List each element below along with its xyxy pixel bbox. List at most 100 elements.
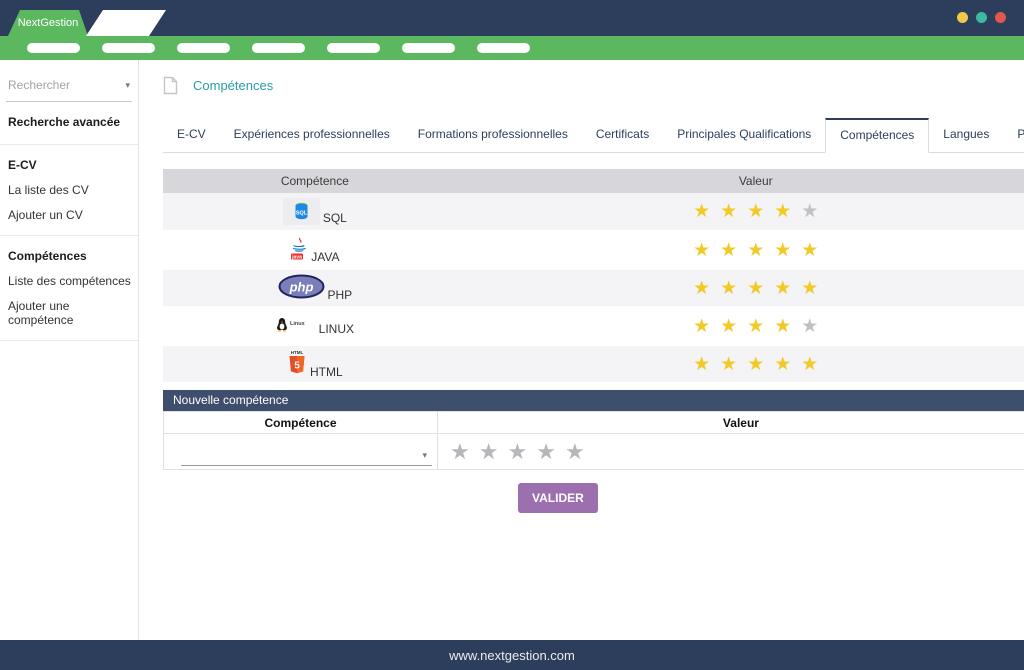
search-placeholder: Rechercher	[8, 78, 71, 92]
star-icon: ★	[801, 239, 819, 261]
svg-text:SQL: SQL	[296, 211, 308, 217]
star-icon: ★	[801, 315, 819, 337]
php-icon: php	[278, 274, 325, 302]
star-icon: ★	[693, 277, 711, 299]
star-icon[interactable]: ★	[479, 439, 499, 464]
star-icon[interactable]: ★	[565, 439, 585, 464]
new-col-valeur: Valeur	[437, 411, 1024, 434]
linux-icon: Linux	[276, 316, 316, 336]
skill-row: HTML 5 HTML ★ ★ ★ ★ ★	[163, 345, 1024, 383]
tab-bar: E-CV Expériences professionnelles Formatio…	[163, 118, 1024, 153]
chevron-down-icon: ▾	[422, 449, 428, 460]
sidebar-section-title: Compétences	[8, 249, 87, 263]
footer-url: www.nextgestion.com	[449, 647, 575, 663]
new-skill-table: Compétence Valeur Supprimer ▾ ★ ★ ★ ★ ★	[162, 411, 1024, 470]
star-icon: ★	[720, 239, 738, 261]
sidebar-sections: E-CV La liste des CV Ajouter un CV Compéten…	[0, 145, 138, 341]
search-select[interactable]: Rechercher ▾	[6, 78, 132, 102]
sidebar-item[interactable]: La liste des CV	[8, 183, 132, 197]
new-skill-rating: ★ ★ ★ ★ ★	[437, 433, 1024, 470]
tab-permis-de-circulation[interactable]: Permis de circulation	[1003, 118, 1024, 152]
svg-text:HTML: HTML	[291, 350, 304, 355]
new-col-competence: Compétence	[162, 411, 439, 434]
star-icon: ★	[747, 277, 765, 299]
sidebar-item-recherche-avancee[interactable]: Recherche avancée	[8, 115, 132, 129]
window-dot-green[interactable]	[976, 12, 987, 23]
star-icon: ★	[747, 353, 765, 375]
sidebar-item[interactable]: Liste des compétences	[8, 274, 132, 288]
svg-text:java: java	[291, 254, 302, 260]
star-icon: ★	[774, 353, 792, 375]
star-icon: ★	[774, 239, 792, 261]
brand-label: NextGestion	[17, 17, 79, 29]
star-icon: ★	[720, 201, 738, 222]
star-icon: ★	[801, 353, 819, 375]
page-title-text: Compétences	[193, 78, 274, 93]
skill-label: SQL	[322, 211, 347, 225]
nav-pill[interactable]	[102, 43, 155, 53]
col-competence: Compétence	[163, 169, 467, 193]
skill-select[interactable]: ▾	[181, 446, 433, 466]
skill-row: Linux LINUX ★ ★ ★ ★ ★	[163, 307, 1024, 345]
tab-e-cv[interactable]: E-CV	[163, 118, 220, 152]
brand-tab[interactable]: NextGestion	[8, 10, 88, 36]
nav-pill[interactable]	[402, 43, 455, 53]
skill-label: LINUX	[318, 322, 355, 336]
actions-row: VALIDER NOUVEAU	[163, 483, 1024, 527]
star-icon[interactable]: ★	[508, 439, 528, 464]
page-title: Compétences	[163, 76, 1024, 95]
svg-text:5: 5	[294, 361, 300, 372]
star-icon: ★	[720, 353, 738, 375]
star-icon: ★	[747, 201, 765, 222]
star-icon: ★	[774, 201, 792, 222]
col-valeur: Valeur	[466, 169, 1024, 193]
star-icon: ★	[747, 315, 765, 337]
html-icon: HTML 5	[287, 349, 307, 379]
window-controls	[957, 12, 1006, 23]
skills-table: Compétence Valeur Action SQL SQL ★ ★ ★ ★ ★ java…	[163, 169, 1024, 384]
star-icon: ★	[801, 277, 819, 299]
star-icon: ★	[801, 201, 819, 222]
star-icon: ★	[720, 315, 738, 337]
tab-langues[interactable]: Langues	[929, 118, 1003, 152]
skill-row: SQL SQL ★ ★ ★ ★ ★	[163, 193, 1024, 231]
ghost-tab[interactable]	[86, 10, 166, 36]
nav-pill[interactable]	[27, 43, 80, 53]
star-icon[interactable]: ★	[450, 439, 470, 464]
star-icon: ★	[693, 353, 711, 375]
sql-icon: SQL	[282, 198, 320, 225]
skill-row: java JAVA ★ ★ ★ ★ ★	[163, 231, 1024, 269]
skill-rating: ★ ★ ★ ★ ★	[467, 307, 1024, 345]
star-icon: ★	[693, 201, 711, 222]
tab-experiences-professionnelles[interactable]: Expériences professionnelles	[220, 118, 404, 152]
tab-principales-qualifications[interactable]: Principales Qualifications	[663, 118, 825, 152]
skill-rating: ★ ★ ★ ★ ★	[467, 269, 1024, 307]
sidebar-item[interactable]: Ajouter un CV	[8, 208, 132, 222]
sidebar: Rechercher ▾ Recherche avancée E-CV La li…	[0, 60, 139, 640]
nav-pill[interactable]	[327, 43, 380, 53]
tab-formations-professionnelles[interactable]: Formations professionnelles	[404, 118, 582, 152]
tab-certificats[interactable]: Certificats	[582, 118, 663, 152]
window-dot-yellow[interactable]	[957, 12, 968, 23]
skill-label: JAVA	[311, 249, 340, 264]
tab-competences[interactable]: Compétences	[825, 118, 930, 153]
sidebar-section-title: E-CV	[8, 158, 37, 172]
skills-table-header: Compétence Valeur Action	[163, 169, 1024, 193]
sidebar-item[interactable]: Ajouter une compétence	[8, 299, 132, 327]
skill-rating: ★ ★ ★ ★ ★	[467, 345, 1024, 383]
new-skill-header: Compétence Valeur Supprimer	[162, 411, 1024, 434]
skills-table-body: SQL SQL ★ ★ ★ ★ ★ java JAVA ★ ★ ★ ★ ★ php PHP ★ ★ ★ ★ ★ Linux…	[163, 193, 1024, 383]
new-skill-panel-title: Nouvelle compétence	[163, 390, 1024, 411]
footer: www.nextgestion.com	[0, 640, 1024, 670]
nav-pill-row	[0, 36, 1024, 60]
valider-button[interactable]: VALIDER	[518, 483, 598, 513]
java-icon: java	[290, 237, 308, 264]
svg-text:Linux: Linux	[290, 321, 306, 327]
skill-label: HTML	[310, 365, 343, 379]
star-icon[interactable]: ★	[536, 439, 556, 464]
nav-pill[interactable]	[177, 43, 230, 53]
chevron-down-icon: ▾	[125, 79, 130, 90]
nav-pill[interactable]	[252, 43, 305, 53]
window-dot-red[interactable]	[995, 12, 1006, 23]
nav-pill[interactable]	[477, 43, 530, 53]
